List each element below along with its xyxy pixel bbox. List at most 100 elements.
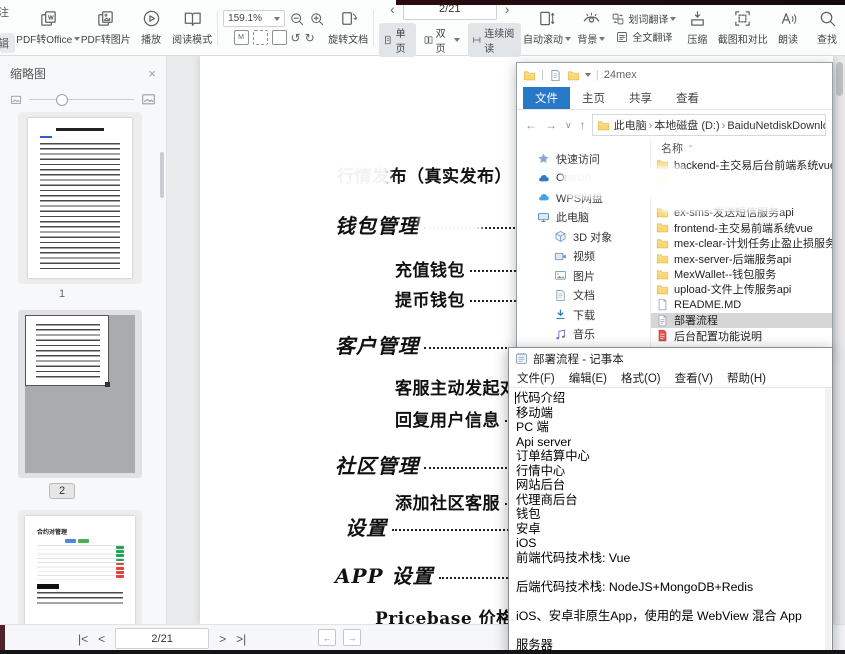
- pdf-to-image-label: PDF转图片: [81, 31, 131, 46]
- thumbnail-size-slider[interactable]: [0, 86, 166, 115]
- breadcrumb-item[interactable]: 此电脑: [614, 120, 647, 132]
- explorer-nav-item[interactable]: 音乐: [517, 325, 650, 345]
- file-row[interactable]: upload-文件上传服务api: [651, 282, 832, 297]
- thumbnail-viewport-indicator[interactable]: [25, 315, 109, 386]
- notepad-scrollbar[interactable]: [825, 388, 831, 654]
- status-chip: [116, 546, 124, 549]
- prev-page-button[interactable]: <: [98, 632, 105, 646]
- new-folder-icon[interactable]: [567, 69, 580, 82]
- explorer-nav-item[interactable]: 3D 对象: [517, 227, 650, 247]
- explorer-nav-item[interactable]: 下载: [517, 305, 650, 325]
- thumbnail-page-1[interactable]: [18, 112, 142, 284]
- double-page-mode-button[interactable]: 双页: [420, 23, 464, 57]
- notepad-text-line: 行情中心: [516, 464, 824, 479]
- rotate-document-button[interactable]: 旋转文档: [328, 9, 368, 46]
- explorer-titlebar[interactable]: | | 24mex: [517, 63, 832, 87]
- explorer-nav-item[interactable]: 此电脑: [517, 208, 650, 228]
- thumbnail-page-2-number: 2: [0, 483, 124, 499]
- status-page-input[interactable]: [115, 628, 209, 649]
- notepad-menu-item[interactable]: 查看(V): [675, 370, 713, 386]
- first-page-button[interactable]: |<: [78, 632, 88, 646]
- slider-knob[interactable]: [56, 94, 68, 106]
- full-translate-label: 全文翻译: [632, 29, 672, 44]
- notepad-text-line: 后端代码技术栈: NodeJS+MongoDB+Redis: [516, 580, 824, 595]
- full-translate-button[interactable]: 全文翻译: [616, 29, 672, 44]
- compress-icon: [688, 9, 707, 28]
- chevron-down-icon: [670, 17, 676, 21]
- notepad-menu-item[interactable]: 文件(F): [517, 370, 555, 386]
- column-header-name[interactable]: 名称: [661, 140, 683, 156]
- explorer-nav-item[interactable]: 视频: [517, 247, 650, 267]
- sort-ascending-icon: ⌃: [687, 144, 694, 153]
- slider-track[interactable]: [29, 99, 134, 100]
- previous-view-button[interactable]: ←: [318, 629, 336, 646]
- single-page-mode-button[interactable]: 单页: [379, 23, 416, 57]
- word-translate-button[interactable]: 划词翻译: [612, 11, 676, 26]
- breadcrumb-item[interactable]: BaiduNetdiskDownlo: [727, 120, 826, 132]
- zoom-out-icon[interactable]: [289, 11, 305, 27]
- file-row[interactable]: 部署流程: [651, 313, 832, 328]
- sidebar-scrollbar[interactable]: [160, 152, 164, 198]
- file-name: README.MD: [674, 299, 741, 311]
- zoom-level-select[interactable]: 159.1%: [223, 10, 285, 27]
- up-icon[interactable]: ↑: [578, 118, 588, 132]
- next-view-button[interactable]: →: [343, 629, 361, 646]
- address-input[interactable]: 此电脑›本地磁盘 (D:)›BaiduNetdiskDownlo: [592, 114, 826, 136]
- back-icon[interactable]: ←: [523, 118, 539, 132]
- thumbnail-panel-title: 缩略图: [10, 65, 46, 82]
- compress-button[interactable]: 压缩: [679, 9, 715, 46]
- file-row[interactable]: frontend-主交易前端系统vue: [651, 220, 832, 235]
- music-icon: [554, 328, 567, 341]
- explorer-nav-item[interactable]: 图片: [517, 266, 650, 286]
- screenshot-compare-button[interactable]: 截图和对比: [718, 9, 767, 46]
- read-mode-button[interactable]: 阅读模式: [172, 9, 212, 46]
- rotate-left-icon[interactable]: ↺: [291, 32, 301, 44]
- zoom-in-icon[interactable]: [309, 11, 325, 27]
- viewport-resize-handle[interactable]: [105, 382, 110, 387]
- select-area-button[interactable]: [272, 30, 287, 45]
- notepad-window[interactable]: 部署流程 - 记事本 文件(F)编辑(E)格式(O)查看(V)帮助(H) 代码介…: [508, 347, 833, 654]
- crop-page-button[interactable]: [253, 30, 268, 45]
- breadcrumb-item[interactable]: 本地磁盘 (D:): [654, 120, 719, 132]
- notepad-titlebar[interactable]: 部署流程 - 记事本: [509, 348, 832, 369]
- properties-icon[interactable]: [549, 69, 562, 82]
- explorer-nav-item[interactable]: 文档: [517, 286, 650, 306]
- auto-scroll-button[interactable]: 自动滚动: [524, 9, 571, 46]
- history-dropdown-icon[interactable]: ∨: [563, 120, 574, 131]
- file-row[interactable]: 后台配置功能说明: [651, 328, 832, 343]
- status-chip: [116, 563, 124, 566]
- play-button[interactable]: 播放: [133, 9, 169, 46]
- file-row[interactable]: mex-clear-计划任务止盈止损服务api: [651, 236, 832, 251]
- file-row[interactable]: mex-server-后端服务api: [651, 251, 832, 266]
- thumbnail-page-2[interactable]: [18, 310, 142, 478]
- notepad-window-title: 部署流程 - 记事本: [533, 351, 624, 367]
- status-chip: [116, 567, 124, 570]
- close-icon[interactable]: ×: [148, 66, 156, 81]
- fit-width-button[interactable]: M: [234, 30, 249, 45]
- notepad-menu-item[interactable]: 帮助(H): [727, 370, 766, 386]
- read-aloud-button[interactable]: 朗读: [770, 9, 806, 46]
- redaction-blur: [420, 206, 482, 236]
- notepad-menu-item[interactable]: 格式(O): [621, 370, 661, 386]
- chevron-down-icon[interactable]: [585, 73, 591, 77]
- rotate-right-icon[interactable]: ↻: [305, 32, 315, 44]
- explorer-tab-4[interactable]: 查看: [664, 87, 711, 109]
- background-button[interactable]: 背景: [573, 9, 609, 46]
- next-page-button[interactable]: >: [219, 632, 226, 646]
- explorer-tab-1[interactable]: 文件: [523, 87, 570, 109]
- notepad-menu-item[interactable]: 编辑(E): [569, 370, 607, 386]
- pdf-to-image-button[interactable]: PDF转图片: [82, 9, 131, 46]
- down-icon: [554, 308, 567, 321]
- pdf-to-office-button[interactable]: PDF转Office: [18, 9, 79, 46]
- file-row[interactable]: MexWallet--钱包服务: [651, 266, 832, 281]
- forward-icon[interactable]: →: [543, 118, 559, 132]
- explorer-tab-3[interactable]: 共享: [617, 87, 664, 109]
- last-page-button[interactable]: >|: [236, 632, 246, 646]
- find-button[interactable]: 查找: [809, 9, 845, 46]
- explorer-tab-2[interactable]: 主页: [570, 87, 617, 109]
- folder-icon: [656, 252, 669, 265]
- document-scrollbar[interactable]: [836, 62, 843, 96]
- continuous-mode-button[interactable]: 连续阅读: [468, 23, 521, 57]
- file-row[interactable]: README.MD: [651, 297, 832, 312]
- notepad-text-line: [516, 624, 824, 639]
